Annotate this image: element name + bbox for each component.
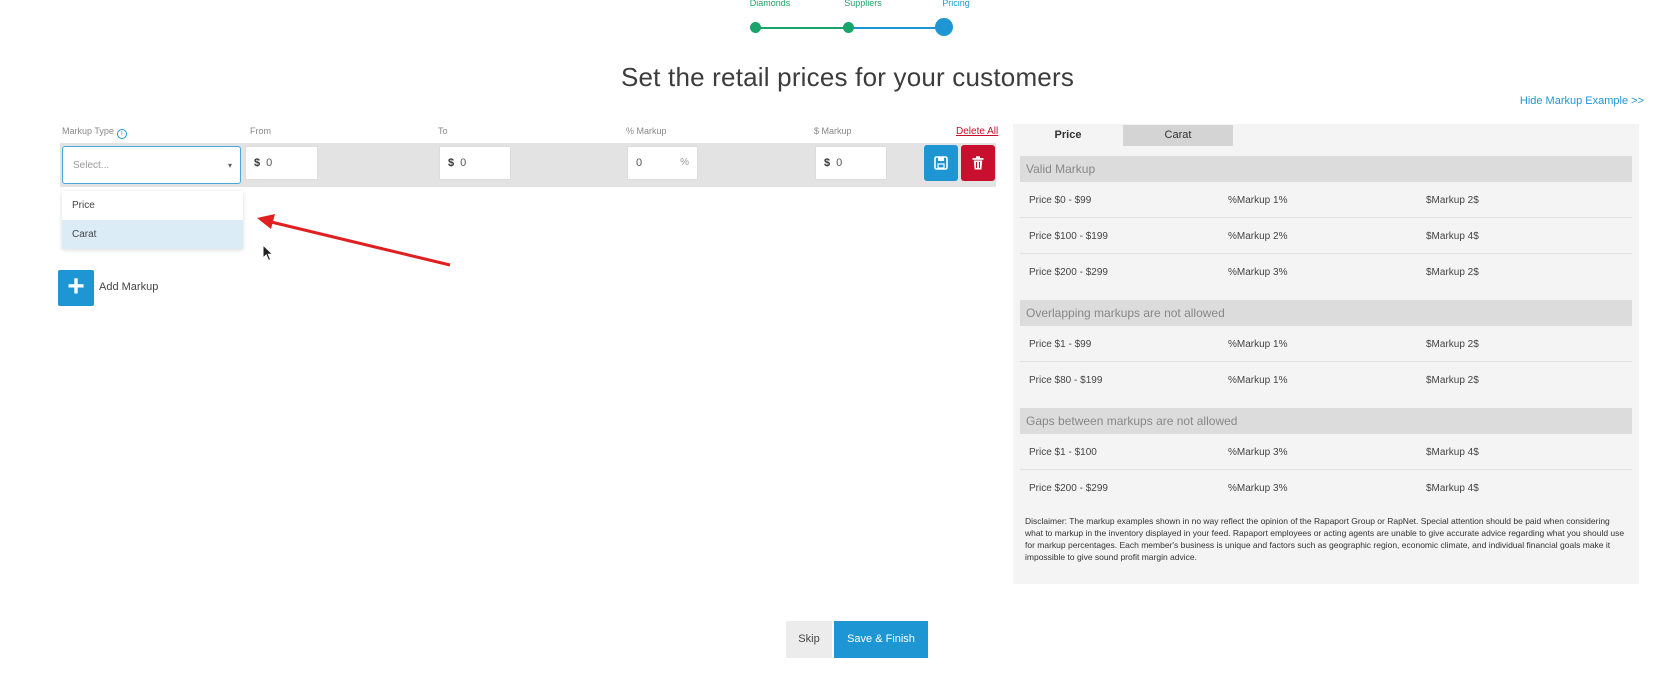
dollar-cell: $Markup 4$ — [1426, 483, 1479, 494]
percent-cell: %Markup 1% — [1228, 375, 1288, 386]
delete-row-button[interactable] — [961, 145, 995, 181]
percent-cell: %Markup 1% — [1228, 339, 1288, 350]
trash-icon — [972, 156, 984, 170]
table-row: Price $200 - $299 %Markup 3% $Markup 4$ — [1020, 470, 1632, 506]
table-row: Price $100 - $199 %Markup 2% $Markup 4$ — [1020, 218, 1632, 254]
step-label-pricing: Pricing — [942, 0, 970, 8]
page-title: Set the retail prices for your customers — [620, 62, 1075, 92]
markup-type-label: Markup Type i — [62, 126, 127, 139]
step-dot-suppliers[interactable] — [843, 22, 854, 33]
section-title-overlapping: Overlapping markups are not allowed — [1020, 300, 1632, 326]
from-value: 0 — [266, 157, 273, 169]
dropdown-option-carat[interactable]: Carat — [62, 220, 243, 249]
dropdown-option-price[interactable]: Price — [62, 191, 243, 220]
step-dot-pricing[interactable] — [935, 18, 953, 36]
step-label-suppliers: Suppliers — [844, 0, 882, 8]
section-title-gaps: Gaps between markups are not allowed — [1020, 408, 1632, 434]
range-cell: Price $100 - $199 — [1029, 231, 1108, 242]
to-currency-prefix: $ — [448, 157, 455, 169]
from-currency-prefix: $ — [254, 157, 261, 169]
plus-icon: + — [67, 270, 85, 303]
dollar-cell: $Markup 2$ — [1426, 267, 1479, 278]
to-label: To — [438, 126, 448, 136]
tab-carat[interactable]: Carat — [1123, 125, 1233, 146]
step-dot-diamonds[interactable] — [750, 22, 761, 33]
disclaimer-text: Disclaimer: The markup examples shown in… — [1025, 516, 1625, 562]
tab-price[interactable]: Price — [1013, 125, 1123, 146]
add-markup-label[interactable]: Add Markup — [99, 281, 158, 293]
hide-markup-example-link[interactable]: Hide Markup Example >> — [1520, 95, 1644, 107]
table-row: Price $80 - $199 %Markup 1% $Markup 2$ — [1020, 362, 1632, 398]
delete-all-link[interactable]: Delete All — [956, 126, 998, 137]
percent-cell: %Markup 3% — [1228, 447, 1288, 458]
range-cell: Price $1 - $99 — [1029, 339, 1092, 350]
percent-cell: %Markup 2% — [1228, 231, 1288, 242]
range-cell: Price $80 - $199 — [1029, 375, 1103, 386]
dollar-cell: $Markup 4$ — [1426, 231, 1479, 242]
select-placeholder: Select... — [73, 160, 110, 171]
percent-cell: %Markup 3% — [1228, 483, 1288, 494]
save-finish-button[interactable]: Save & Finish — [834, 621, 928, 658]
range-cell: Price $200 - $299 — [1029, 483, 1108, 494]
to-value: 0 — [460, 157, 467, 169]
markup-type-select[interactable]: Select... ▾ — [62, 146, 241, 184]
dollar-cell: $Markup 4$ — [1426, 447, 1479, 458]
range-cell: Price $200 - $299 — [1029, 267, 1108, 278]
percent-cell: %Markup 1% — [1228, 195, 1288, 206]
example-sections: Valid Markup Price $0 - $99 %Markup 1% $… — [1020, 156, 1632, 506]
percent-markup-input[interactable]: 0 % — [627, 146, 698, 180]
section-title-valid: Valid Markup — [1020, 156, 1632, 182]
step-connector-1 — [755, 27, 847, 29]
table-row: Price $1 - $99 %Markup 1% $Markup 2$ — [1020, 326, 1632, 362]
from-label: From — [250, 126, 271, 136]
range-cell: Price $0 - $99 — [1029, 195, 1092, 206]
step-label-diamonds: Diamonds — [749, 0, 791, 8]
dollar-markup-label: $ Markup — [814, 126, 852, 136]
dollar-cell: $Markup 2$ — [1426, 375, 1479, 386]
to-input[interactable]: $0 — [439, 146, 511, 180]
progress-stepper: Diamonds Suppliers Pricing — [730, 0, 970, 40]
range-cell: Price $1 - $100 — [1029, 447, 1097, 458]
skip-button[interactable]: Skip — [786, 621, 832, 658]
table-row: Price $1 - $100 %Markup 3% $Markup 4$ — [1020, 434, 1632, 470]
percent-markup-label: % Markup — [626, 126, 667, 136]
table-row: Price $200 - $299 %Markup 3% $Markup 2$ — [1020, 254, 1632, 290]
red-arrow-annotation-icon — [257, 214, 451, 267]
step-connector-2 — [847, 27, 944, 29]
table-row: Price $0 - $99 %Markup 1% $Markup 2$ — [1020, 182, 1632, 218]
save-row-button[interactable] — [924, 145, 958, 181]
markup-type-dropdown: Price Carat — [62, 191, 243, 249]
dollar-value: 0 — [836, 157, 843, 169]
mouse-cursor-icon — [262, 244, 274, 262]
dollar-markup-input[interactable]: $0 — [815, 146, 887, 180]
percent-suffix: % — [680, 157, 689, 168]
chevron-down-icon: ▾ — [227, 161, 232, 170]
percent-value: 0 — [636, 157, 643, 169]
floppy-disk-icon — [934, 156, 948, 170]
dollar-cell: $Markup 2$ — [1426, 195, 1479, 206]
add-markup-button[interactable]: + — [58, 270, 94, 306]
from-input[interactable]: $0 — [245, 146, 318, 180]
dollar-cell: $Markup 2$ — [1426, 339, 1479, 350]
info-icon[interactable]: i — [116, 129, 127, 139]
dollar-currency-prefix: $ — [824, 157, 831, 169]
percent-cell: %Markup 3% — [1228, 267, 1288, 278]
